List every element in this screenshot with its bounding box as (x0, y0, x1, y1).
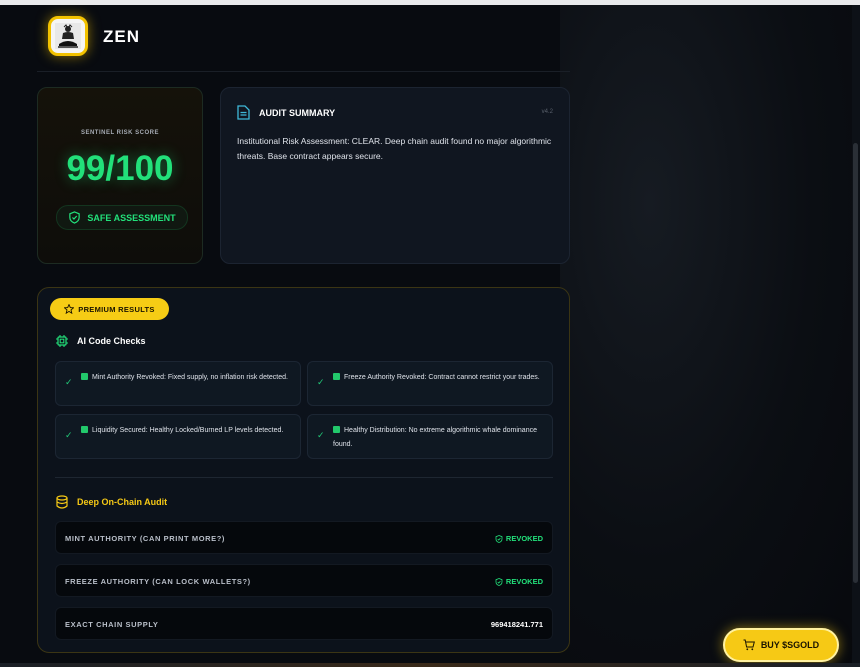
audit-row-value: REVOKED (505, 577, 543, 586)
checkbox-icon (333, 373, 340, 380)
vertical-scrollbar[interactable] (852, 5, 860, 667)
audit-row-chain-supply: EXACT CHAIN SUPPLY 969418241.771 (55, 607, 553, 640)
buy-button-label: BUY $SGOLD (760, 640, 820, 650)
audit-summary-card: AUDIT SUMMARY v4.2 Institutional Risk As… (220, 87, 570, 264)
checkbox-icon (81, 426, 88, 433)
deep-on-chain-audit-title: Deep On-Chain Audit (77, 497, 168, 507)
check-card-distribution: ✓ Healthy Distribution: No extreme algor… (307, 414, 553, 459)
checkbox-icon (333, 426, 340, 433)
check-text: Healthy Distribution: No extreme algorit… (333, 427, 537, 448)
check-card-mint: ✓ Mint Authority Revoked: Fixed supply, … (55, 361, 301, 406)
audit-row-label: FREEZE AUTHORITY (CAN LOCK WALLETS?) (65, 577, 251, 586)
audit-row-status: REVOKED (495, 577, 543, 586)
checkmark-icon: ✓ (317, 377, 325, 387)
main-container: ZEN SENTINEL RISK SCORE 99/100 SAFE ASSE… (37, 5, 570, 667)
shield-check-icon (495, 577, 503, 586)
star-icon (64, 304, 75, 314)
audit-row-value: REVOKED (505, 534, 543, 543)
shield-check-icon (69, 211, 81, 224)
ai-code-checks-title: AI Code Checks (77, 336, 146, 346)
safe-assessment-text: SAFE ASSESSMENT (87, 212, 176, 223)
audit-row-label: MINT AUTHORITY (CAN PRINT MORE?) (65, 534, 226, 543)
document-icon (237, 105, 250, 120)
checkmark-icon: ✓ (65, 430, 73, 440)
audit-row-freeze-authority: FREEZE AUTHORITY (CAN LOCK WALLETS?) REV… (55, 564, 553, 597)
check-text: Mint Authority Revoked: Fixed supply, no… (92, 374, 288, 381)
buy-sgold-button[interactable]: BUY $SGOLD (723, 628, 839, 662)
audit-row-status: REVOKED (495, 534, 543, 543)
chip-icon (56, 335, 68, 347)
check-card-liquidity: ✓ Liquidity Secured: Healthy Locked/Burn… (55, 414, 301, 459)
section-divider (55, 477, 553, 478)
ai-code-checks-heading: AI Code Checks (55, 334, 146, 348)
shield-check-icon (495, 534, 503, 543)
check-text: Liquidity Secured: Healthy Locked/Burned… (92, 427, 284, 434)
header: ZEN (37, 5, 570, 72)
risk-score-value: 99/100 (66, 149, 174, 188)
audit-row-label: EXACT CHAIN SUPPLY (65, 620, 159, 629)
brand-name: ZEN (103, 27, 140, 46)
checkmark-icon: ✓ (317, 430, 325, 440)
database-icon (56, 495, 68, 509)
safe-assessment-badge: SAFE ASSESSMENT (56, 205, 188, 230)
checkbox-icon (81, 373, 88, 380)
meditating-figure-icon (55, 23, 81, 49)
checkmark-icon: ✓ (65, 377, 73, 387)
audit-row-mint-authority: MINT AUTHORITY (CAN PRINT MORE?) REVOKED (55, 521, 553, 554)
audit-version: v4.2 (541, 109, 553, 115)
risk-score-card: SENTINEL RISK SCORE 99/100 SAFE ASSESSME… (37, 87, 203, 264)
background-glow (560, 5, 860, 667)
deep-on-chain-audit-heading: Deep On-Chain Audit (55, 495, 167, 509)
risk-score-label: SENTINEL RISK SCORE (80, 130, 160, 136)
check-text: Freeze Authority Revoked: Contract canno… (344, 374, 540, 381)
premium-results-label: PREMIUM RESULTS (78, 304, 155, 314)
check-card-freeze: ✓ Freeze Authority Revoked: Contract can… (307, 361, 553, 406)
audit-row-value: 969418241.771 (490, 620, 543, 629)
audit-summary-title: AUDIT SUMMARY (259, 108, 336, 118)
logo-image[interactable] (48, 16, 88, 56)
premium-results-panel: PREMIUM RESULTS AI Code Checks ✓ Mint Au… (37, 287, 570, 653)
audit-summary-text: Institutional Risk Assessment: CLEAR. De… (237, 136, 552, 161)
premium-results-badge: PREMIUM RESULTS (50, 298, 169, 320)
scrollbar-thumb[interactable] (853, 143, 858, 583)
bottom-edge (0, 663, 860, 667)
cart-icon (743, 639, 755, 651)
